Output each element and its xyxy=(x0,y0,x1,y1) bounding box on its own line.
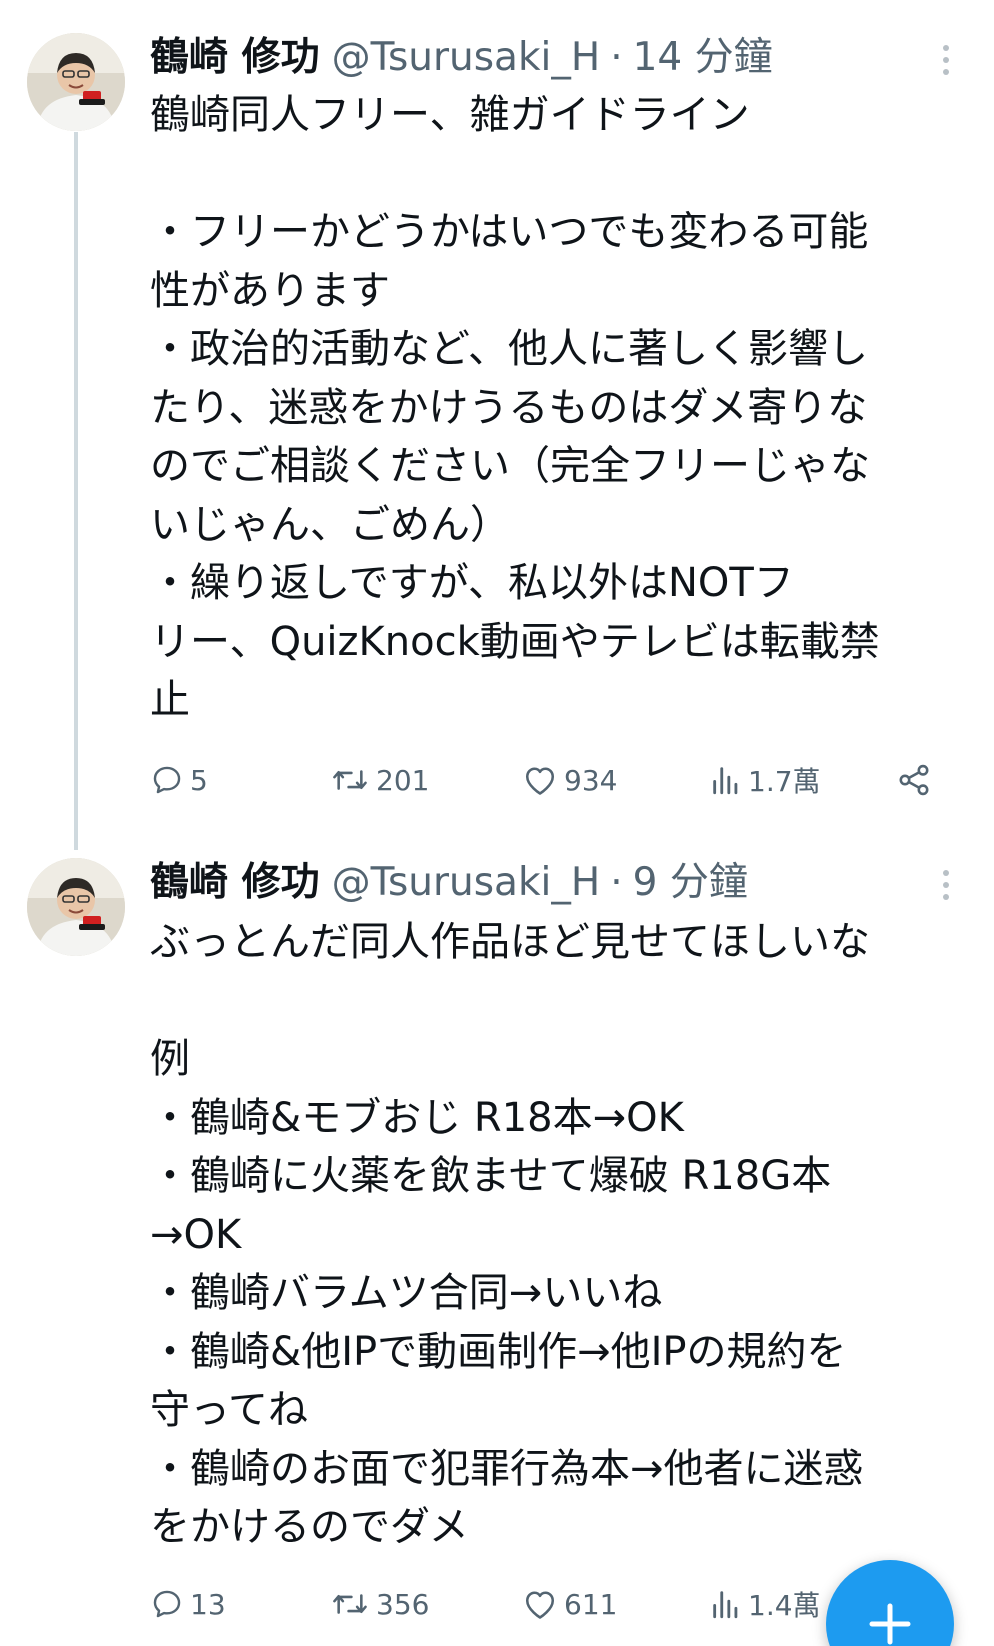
share-button[interactable] xyxy=(896,755,932,805)
tweet-header: 鶴崎 修功 @Tsurusaki_H · 14 分鐘 xyxy=(150,30,773,86)
display-name[interactable]: 鶴崎 修功 xyxy=(150,30,320,86)
views-button[interactable]: 1.7萬 xyxy=(710,755,821,805)
tweet-text-line: ・政治的活動など、他人に著しく影響し xyxy=(150,326,868,372)
user-handle[interactable]: @Tsurusaki_H xyxy=(332,855,601,911)
tweet-text-line: 鶴崎同人フリー、雑ガイドライン xyxy=(150,92,750,138)
tweet-text-line: ・フリーかどうかはいつでも変わる可能 xyxy=(150,209,869,255)
more-vertical-icon[interactable] xyxy=(932,40,960,80)
tweet-text-line: 性があります xyxy=(150,267,390,314)
avatar[interactable] xyxy=(27,33,125,131)
reply-icon xyxy=(153,1590,181,1618)
tweet-text-line: ・鶴崎のお面で犯罪行為本→他者に迷惑 xyxy=(150,1445,864,1492)
views-button[interactable]: 1.4萬 xyxy=(710,1579,821,1629)
user-handle[interactable]: @Tsurusaki_H xyxy=(332,30,601,86)
tweet-text-line: をかけるのでダメ xyxy=(150,1504,469,1550)
tweet-text-line xyxy=(150,145,950,204)
more-vertical-icon[interactable] xyxy=(932,865,960,905)
tweet-text-line: ・繰り返しですが、私以外はNOTフ xyxy=(150,560,794,606)
tweet-text-line: 止 xyxy=(150,677,190,723)
avatar-photo-icon xyxy=(27,33,125,131)
tweet-text: 鶴崎同人フリー、雑ガイドライン ・フリーかどうかはいつでも変わる可能 性がありま… xyxy=(150,86,950,730)
like-count: 934 xyxy=(564,763,618,797)
tweet-text-line: いじゃん、ごめん） xyxy=(150,501,510,548)
reply-count: 5 xyxy=(190,763,208,797)
tweet[interactable]: 鶴崎 修功 @Tsurusaki_H · 14 分鐘 鶴崎同人フリー、雑ガイドラ… xyxy=(0,0,994,825)
plus-icon xyxy=(869,1603,911,1645)
views-icon xyxy=(713,1591,738,1619)
tweet-text-line: ・鶴崎に火薬を飲ませて爆破 R18G本 xyxy=(150,1153,832,1199)
header-separator: · xyxy=(610,860,623,905)
avatar-photo-icon xyxy=(27,858,125,956)
tweet-text-line: ・鶴崎バラムツ合同→いいね xyxy=(150,1270,663,1316)
retweet-icon xyxy=(333,1594,367,1614)
view-count: 1.7萬 xyxy=(748,765,821,798)
reply-button[interactable]: 5 xyxy=(150,755,208,805)
tweet-text-line: →OK xyxy=(150,1211,242,1258)
tweet-text-line: のでご相談ください（完全フリーじゃな xyxy=(150,443,870,489)
views-icon xyxy=(713,767,738,795)
avatar[interactable] xyxy=(27,858,125,956)
tweet-header: 鶴崎 修功 @Tsurusaki_H · 9 分鐘 xyxy=(150,855,748,911)
like-button[interactable]: 611 xyxy=(522,1579,617,1629)
share-icon xyxy=(899,764,929,796)
like-button[interactable]: 934 xyxy=(522,755,617,805)
tweet-actions: 5 201 934 1.7萬 xyxy=(150,755,950,805)
tweet-text-line: ・鶴崎&他IPで動画制作→他IPの規約を xyxy=(150,1328,847,1375)
reply-button[interactable]: 13 xyxy=(150,1579,226,1629)
timeline: 鶴崎 修功 @Tsurusaki_H · 14 分鐘 鶴崎同人フリー、雑ガイドラ… xyxy=(0,0,994,1646)
tweet-text: ぶっとんだ同人作品ほど見せてほしいな 例 ・鶴崎&モブおじ R18本→OK ・鶴… xyxy=(150,913,950,1557)
retweet-button[interactable]: 201 xyxy=(330,755,429,805)
like-count: 611 xyxy=(564,1587,618,1621)
display-name[interactable]: 鶴崎 修功 xyxy=(150,855,320,911)
timestamp[interactable]: 14 分鐘 xyxy=(633,30,773,86)
timestamp[interactable]: 9 分鐘 xyxy=(633,855,748,911)
tweet-text-line xyxy=(150,972,950,1031)
reply-icon xyxy=(153,766,181,794)
view-count: 1.4萬 xyxy=(748,1589,821,1622)
tweet[interactable]: 鶴崎 修功 @Tsurusaki_H · 9 分鐘 ぶっとんだ同人作品ほど見せて… xyxy=(0,825,994,1646)
header-separator: · xyxy=(610,35,623,80)
tweet-text-line: リー、QuizKnock動画やテレビは転載禁 xyxy=(150,618,880,665)
retweet-count: 201 xyxy=(376,763,430,797)
tweet-text-line: ・鶴崎&モブおじ R18本→OK xyxy=(150,1094,684,1141)
tweet-text-line: 守ってね xyxy=(150,1387,308,1433)
tweet-text-line: たり、迷惑をかけうるものはダメ寄りな xyxy=(150,384,868,431)
heart-icon xyxy=(525,1591,555,1619)
retweet-icon xyxy=(333,770,367,790)
retweet-button[interactable]: 356 xyxy=(330,1579,429,1629)
reply-count: 13 xyxy=(190,1587,226,1621)
retweet-count: 356 xyxy=(376,1587,430,1621)
heart-icon xyxy=(525,767,555,795)
tweet-text-line: 例 xyxy=(150,1036,190,1082)
tweet-text-line: ぶっとんだ同人作品ほど見せてほしいな xyxy=(150,919,870,965)
